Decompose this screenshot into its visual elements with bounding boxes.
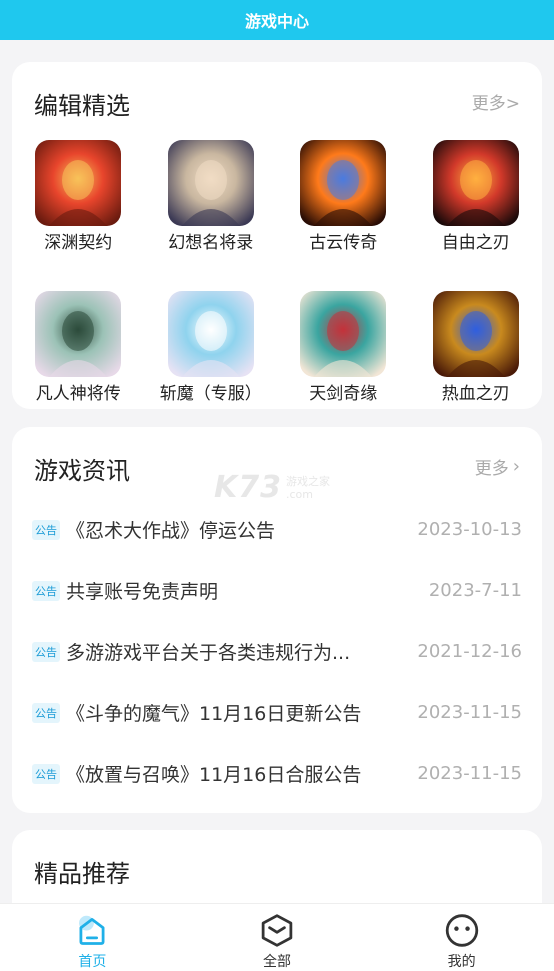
- news-item-title: 《忍术大作战》停运公告: [66, 520, 276, 542]
- news-row[interactable]: 公告 共享账号免责声明 2023-7-11: [12, 560, 542, 621]
- nav-home[interactable]: 首页: [0, 904, 185, 971]
- nav-mine[interactable]: 我的: [369, 904, 554, 971]
- announcement-badge: 公告: [32, 702, 60, 723]
- game-item[interactable]: 古云传奇: [277, 140, 410, 253]
- news-item-date: 2023-10-13: [417, 519, 522, 540]
- news-item-date: 2023-7-11: [428, 580, 522, 601]
- news-item-title: 多游游戏平台关于各类违规行为...: [66, 642, 351, 664]
- game-item[interactable]: 幻想名将录: [145, 140, 278, 253]
- news-list: 公告 《忍术大作战》停运公告 2023-10-13 公告 共享账号免责声明 2023-7-…: [12, 499, 542, 804]
- game-name: 凡人神将传: [35, 384, 121, 404]
- news-more-link[interactable]: 更多 ›: [475, 454, 520, 479]
- news-item-title: 《放置与召唤》11月16日合服公告: [66, 764, 362, 786]
- nav-all-label: 全部: [263, 954, 291, 970]
- news-item-title: 《斗争的魔气》11月16日更新公告: [66, 703, 362, 725]
- page-title: 游戏中心: [244, 12, 309, 31]
- game-item[interactable]: 天剑奇缘: [277, 291, 410, 404]
- news-item-date: 2023-11-15: [417, 702, 522, 723]
- announcement-badge: 公告: [32, 763, 60, 784]
- editors-pick-title: 编辑精选: [34, 92, 130, 120]
- announcement-badge: 公告: [32, 519, 60, 540]
- game-icon: [35, 140, 122, 226]
- news-item-title: 共享账号免责声明: [66, 581, 219, 603]
- game-icon: [432, 291, 519, 377]
- game-item[interactable]: 斩魔（专服）: [145, 291, 278, 404]
- game-name: 深渊契约: [44, 233, 113, 253]
- news-row[interactable]: 公告 《忍术大作战》停运公告 2023-10-13: [12, 499, 542, 560]
- announcement-badge: 公告: [32, 580, 60, 601]
- game-name: 天剑奇缘: [309, 384, 378, 404]
- game-icon: [300, 140, 387, 226]
- game-icon: [432, 140, 519, 226]
- game-item[interactable]: 凡人神将传: [12, 291, 145, 404]
- games-grid: 深渊契约 幻想名将录 古云传奇 自由之刃凡人神将传 斩魔（专服） 天剑奇缘 热血之刃: [12, 140, 542, 404]
- news-row[interactable]: 公告 《斗争的魔气》11月16日更新公告 2023-11-15: [12, 682, 542, 743]
- nav-all[interactable]: 全部: [185, 904, 370, 971]
- game-icon: [167, 291, 254, 377]
- news-title: 游戏资讯: [34, 457, 130, 485]
- news-item-date: 2021-12-16: [417, 641, 522, 662]
- news-item-date: 2023-11-15: [417, 763, 522, 784]
- game-name: 热血之刃: [441, 384, 510, 404]
- editors-pick-more-link[interactable]: 更多>: [472, 89, 520, 114]
- nav-mine-label: 我的: [447, 954, 476, 970]
- recommend-title: 精品推荐: [34, 860, 130, 888]
- more-label: 更多: [474, 459, 509, 479]
- game-icon: [300, 291, 387, 377]
- game-icon: [167, 140, 254, 226]
- editors-pick-card: 编辑精选 更多> 深渊契约 幻想名将录 古云传奇 自由之刃凡人神将传 斩魔（专服） 天剑奇…: [12, 62, 542, 409]
- game-name: 自由之刃: [441, 233, 510, 253]
- game-name: 幻想名将录: [168, 233, 254, 253]
- more-label: 更多>: [471, 94, 520, 114]
- announcement-badge: 公告: [32, 641, 60, 662]
- game-icon: [35, 291, 122, 377]
- top-bar: 游戏中心: [0, 0, 554, 40]
- home-icon: [79, 915, 105, 945]
- nav-home-label: 首页: [78, 954, 107, 970]
- game-name: 古云传奇: [309, 233, 378, 253]
- news-row[interactable]: 公告 《放置与召唤》11月16日合服公告 2023-11-15: [12, 743, 542, 804]
- game-item[interactable]: 热血之刃: [410, 291, 543, 404]
- box-icon: [261, 914, 293, 947]
- game-name: 斩魔（专服）: [159, 384, 262, 404]
- game-item[interactable]: 深渊契约: [12, 140, 145, 253]
- news-row[interactable]: 公告 多游游戏平台关于各类违规行为... 2021-12-16: [12, 621, 542, 682]
- game-item[interactable]: 自由之刃: [410, 140, 543, 253]
- smile-icon: [445, 914, 478, 947]
- news-card: 游戏资讯 更多 › 公告 《忍术大作战》停运公告 2023-10-13 公告 共享账号免…: [12, 427, 542, 813]
- chevron-right-icon: ›: [512, 456, 520, 477]
- bottom-nav: 首页 全部 我的: [0, 903, 554, 971]
